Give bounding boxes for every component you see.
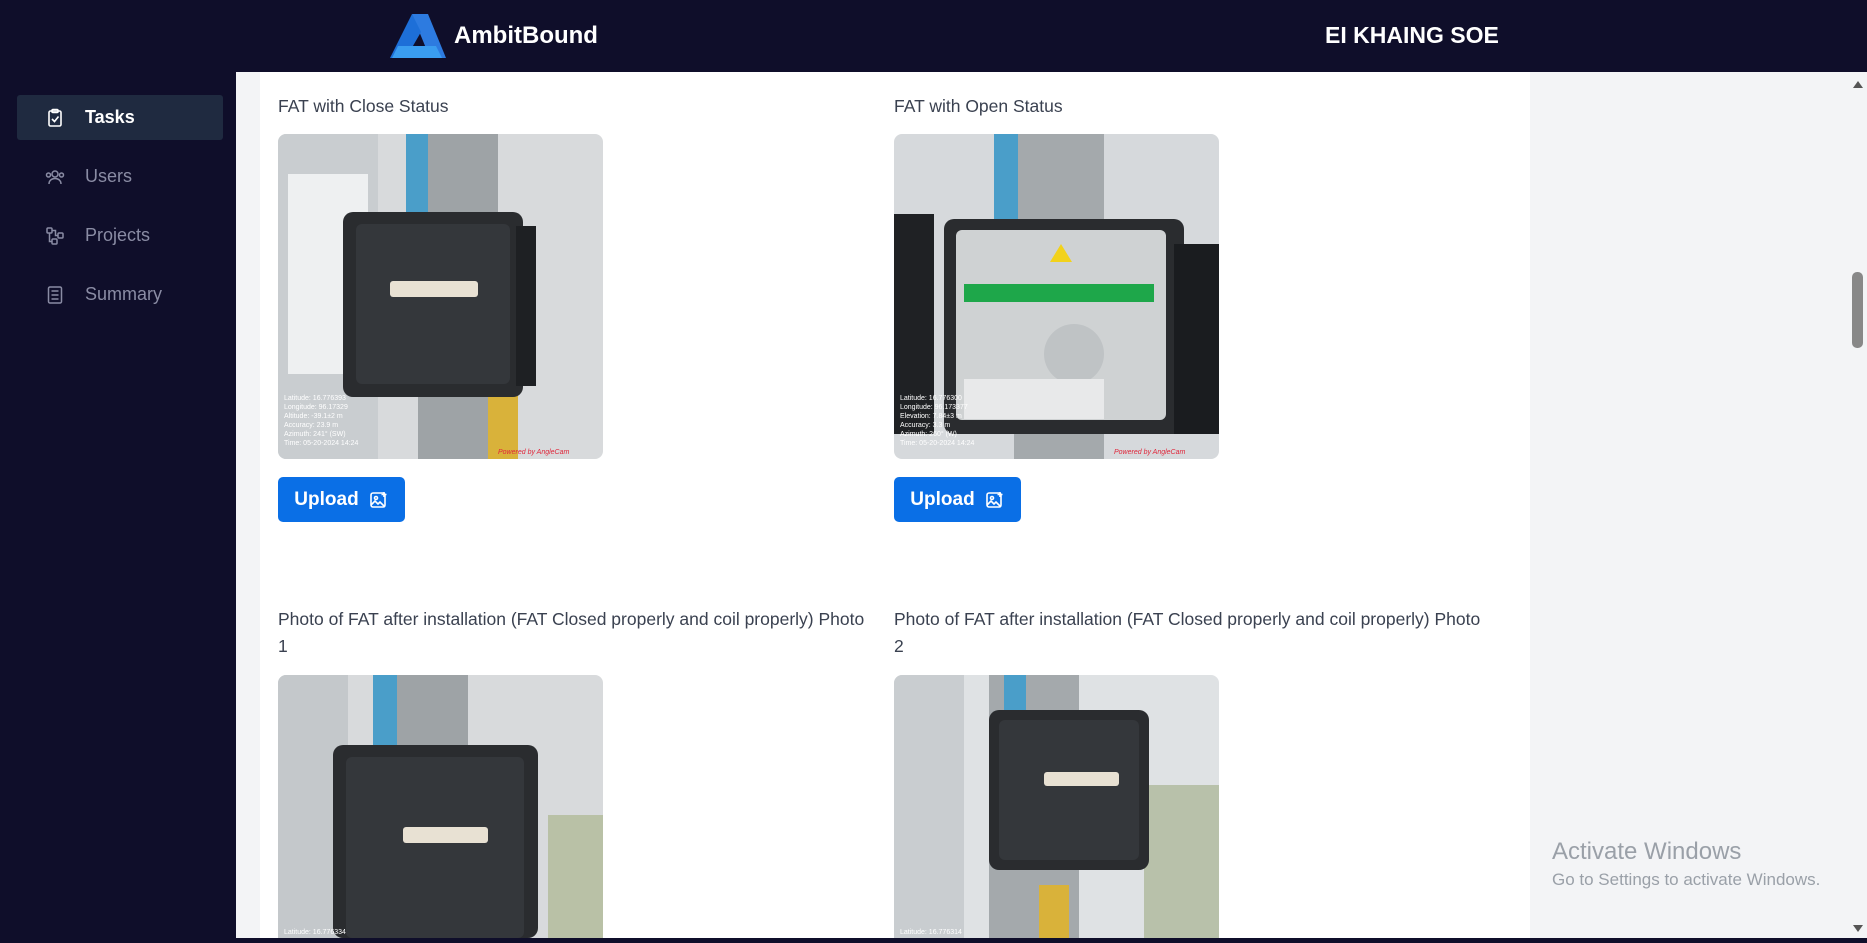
svg-text:Longitude: 96.173377: Longitude: 96.173377 <box>900 404 968 411</box>
svg-text:Longitude: 96.17329: Longitude: 96.17329 <box>284 404 348 411</box>
svg-text:Accuracy: 23.9 m: Accuracy: 23.9 m <box>284 422 338 429</box>
upload-button-label: Upload <box>910 488 975 510</box>
scroll-down-arrow-icon[interactable] <box>1853 925 1863 932</box>
image-upload-icon <box>369 491 387 508</box>
upload-button-label: Upload <box>294 488 359 510</box>
fat-box-closed-photo[interactable]: Latitude: 16.776393 Longitude: 96.17329 … <box>278 134 603 459</box>
fat-after-install-photo-1[interactable]: Latitude: 16.776334 <box>278 675 603 938</box>
field-label: FAT with Close Status <box>278 96 449 116</box>
app-name: AmbitBound <box>454 22 598 49</box>
sidebar-item-label: Users <box>85 166 133 186</box>
image-upload-icon <box>985 491 1003 508</box>
ambitbound-logo-icon <box>390 14 446 58</box>
svg-text:Powered by AngleCam: Powered by AngleCam <box>498 449 570 456</box>
current-user-name[interactable]: EI KHAING SOE <box>1325 22 1499 49</box>
sidebar-item-label: Projects <box>85 225 151 245</box>
app-logo[interactable]: AmbitBound <box>388 12 598 60</box>
photo-image: Latitude: 16.776334 <box>278 675 603 938</box>
bottom-strip <box>0 938 1867 943</box>
watermark-title: Activate Windows <box>1552 838 1742 865</box>
svg-text:Powered by AngleCam: Powered by AngleCam <box>1114 449 1186 456</box>
field-label: Photo of FAT after installation (FAT Clo… <box>278 609 865 656</box>
svg-text:Accuracy: 3.3 m: Accuracy: 3.3 m <box>900 422 950 429</box>
workflow-icon <box>46 226 64 245</box>
sidebar-item-projects[interactable]: Projects <box>17 213 223 258</box>
fat-box-open-photo[interactable]: Latitude: 16.776300 Longitude: 96.173377… <box>894 134 1219 459</box>
sidebar-item-users[interactable]: Users <box>17 154 223 199</box>
scroll-thumb[interactable] <box>1852 272 1863 348</box>
svg-text:Latitude: 16.776334: Latitude: 16.776334 <box>284 929 346 936</box>
svg-text:Time: 05-20-2024 14:24: Time: 05-20-2024 14:24 <box>900 440 975 447</box>
watermark-subtitle: Go to Settings to activate Windows. <box>1552 870 1821 889</box>
svg-text:Latitude: 16.776314: Latitude: 16.776314 <box>900 929 962 936</box>
svg-text:Altitude: -39.1±2 m: Altitude: -39.1±2 m <box>284 413 343 420</box>
field-fat-after-install-photo-2: Photo of FAT after installation (FAT Clo… <box>894 606 1494 660</box>
task-form-card: FAT with Close Status Latitude: 16.77639… <box>260 72 1530 938</box>
main-content: FAT with Close Status Latitude: 16.77639… <box>236 72 1849 938</box>
field-fat-close-status: FAT with Close Status <box>278 93 868 120</box>
svg-text:Azimuth: 260° (W): Azimuth: 260° (W) <box>900 430 957 438</box>
photo-image: Latitude: 16.776393 Longitude: 96.17329 … <box>278 134 603 459</box>
field-fat-after-install-photo-1: Photo of FAT after installation (FAT Clo… <box>278 606 878 660</box>
sidebar-item-summary[interactable]: Summary <box>17 272 223 317</box>
sidebar-item-label: Tasks <box>85 107 135 127</box>
fat-after-install-photo-2[interactable]: Latitude: 16.776314 <box>894 675 1219 938</box>
field-label: Photo of FAT after installation (FAT Clo… <box>894 609 1481 656</box>
scroll-up-arrow-icon[interactable] <box>1853 81 1863 88</box>
field-fat-open-status: FAT with Open Status <box>894 93 1494 120</box>
users-icon <box>45 169 65 184</box>
document-list-icon <box>47 285 63 304</box>
clipboard-check-icon <box>48 108 62 127</box>
sidebar-item-tasks[interactable]: Tasks <box>17 95 223 140</box>
svg-text:Time: 05-20-2024 14:24: Time: 05-20-2024 14:24 <box>284 440 359 447</box>
upload-button-fat-close[interactable]: Upload <box>278 477 405 522</box>
svg-text:Elevation: 7.84±3 m: Elevation: 7.84±3 m <box>900 413 962 420</box>
sidebar-item-label: Summary <box>85 284 163 304</box>
svg-text:Azimuth: 241° (SW): Azimuth: 241° (SW) <box>284 430 346 438</box>
windows-activation-watermark: Activate Windows Go to Settings to activ… <box>1552 838 1820 890</box>
page-scrollbar[interactable] <box>1849 72 1867 938</box>
svg-text:Latitude: 16.776300: Latitude: 16.776300 <box>900 395 962 402</box>
sidebar: Tasks Users Projects Summary <box>0 72 236 943</box>
top-bar: AmbitBound EI KHAING SOE <box>0 0 1867 72</box>
svg-text:Latitude: 16.776393: Latitude: 16.776393 <box>284 395 346 402</box>
photo-image: Latitude: 16.776314 <box>894 675 1219 938</box>
field-label: FAT with Open Status <box>894 96 1063 116</box>
photo-image: Latitude: 16.776300 Longitude: 96.173377… <box>894 134 1219 459</box>
upload-button-fat-open[interactable]: Upload <box>894 477 1021 522</box>
